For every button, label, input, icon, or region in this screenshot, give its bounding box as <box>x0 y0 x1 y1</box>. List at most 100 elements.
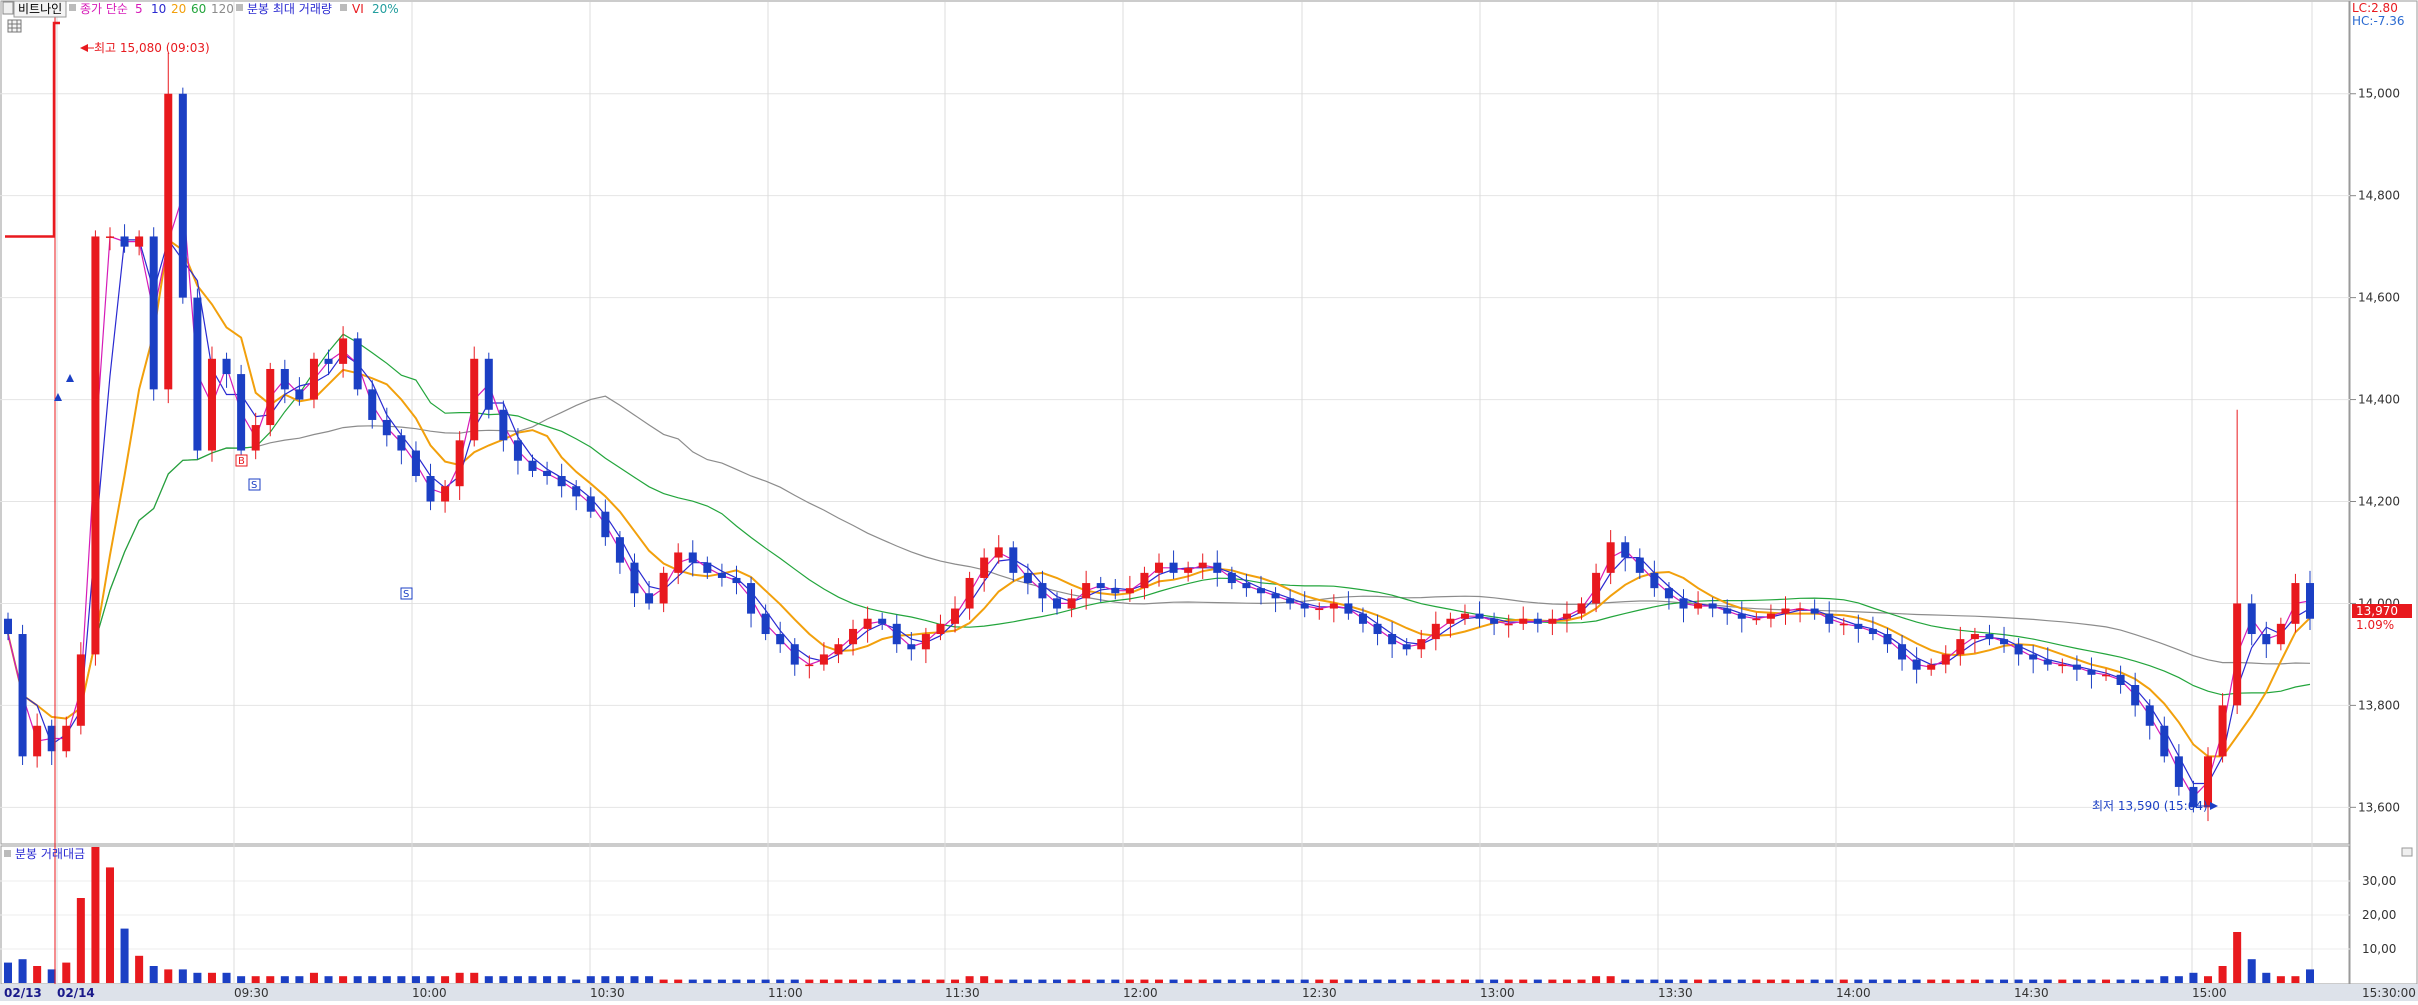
volume-bar <box>1067 979 1076 983</box>
candle-body <box>1388 634 1397 645</box>
candle-body <box>1927 664 1936 670</box>
candle-body <box>1431 623 1440 640</box>
candle-body <box>1082 583 1091 599</box>
volume-bar <box>1169 979 1178 983</box>
volume-bar <box>207 972 216 983</box>
volume-bar <box>470 972 479 983</box>
candle-body <box>411 450 420 477</box>
volume-bar <box>2262 972 2271 983</box>
candle-body <box>1621 542 1630 558</box>
time-tick-label: 15:30:00 <box>2362 986 2416 1000</box>
candle-body <box>324 358 333 364</box>
candle-body <box>586 496 595 512</box>
volume-bar <box>1868 979 1877 983</box>
price-pane <box>0 0 2350 845</box>
price-tick-label: 14,400 <box>2358 393 2400 407</box>
volume-bar <box>834 979 843 983</box>
volume-bar <box>878 979 887 983</box>
buy-signal-b-icon: B <box>235 454 248 467</box>
ma5-legend: 5 <box>135 2 143 16</box>
candle-body <box>1956 639 1965 655</box>
volume-bar <box>2233 932 2242 983</box>
time-tick-label: 10:30 <box>590 986 625 1000</box>
time-tick-label: 15:00 <box>2192 986 2227 1000</box>
volume-bar <box>266 976 275 983</box>
candle-body <box>164 93 173 390</box>
volume-bar <box>1227 979 1236 983</box>
volume-bar <box>280 976 289 983</box>
volume-bar <box>2247 959 2256 983</box>
price-tick-label: 14,600 <box>2358 291 2400 305</box>
chart-root: 15,000 14,800 14,600 14,400 14,200 14,000 13,8… <box>0 0 2418 1001</box>
volume-bar <box>178 969 187 983</box>
volume-bar <box>2058 979 2067 983</box>
volume-bar <box>1737 979 1746 983</box>
price-axis-panel <box>2349 0 2418 985</box>
volume-bar <box>586 976 595 983</box>
candle-body <box>1941 654 1950 665</box>
volume-bar <box>674 979 683 983</box>
volume-bar <box>1198 979 1207 983</box>
grid-settings-icon[interactable] <box>7 19 22 33</box>
volume-bar <box>2087 979 2096 983</box>
time-tick-label: 11:00 <box>768 986 803 1000</box>
candle-body <box>2072 664 2081 670</box>
volume-bar <box>441 976 450 983</box>
candle-body <box>513 440 522 461</box>
candle-body <box>1796 608 1805 611</box>
candle-body <box>1300 603 1309 609</box>
candle-body <box>907 644 916 650</box>
volume-bar <box>1417 979 1426 983</box>
candle-body <box>1111 588 1120 594</box>
volume-bar <box>1096 979 1105 983</box>
volume-bar <box>819 979 828 983</box>
volume-bar <box>528 976 537 983</box>
volume-bar <box>2305 969 2315 983</box>
volume-bar <box>2218 966 2227 983</box>
volume-bar <box>659 979 668 983</box>
candle-body <box>1271 593 1280 599</box>
candle-body <box>2116 674 2125 685</box>
candle-body <box>1883 634 1892 645</box>
time-tick-label: 14:00 <box>1836 986 1871 1000</box>
candle-body <box>62 725 71 752</box>
candle-body <box>368 389 377 420</box>
volume-bar <box>237 976 246 983</box>
volume-bar <box>1664 979 1673 983</box>
volume-bar <box>1766 979 1775 983</box>
volume-bar <box>1592 976 1601 983</box>
candle-body <box>2087 669 2096 675</box>
volume-bar <box>164 969 173 983</box>
volume-bar <box>91 847 100 983</box>
volume-bar <box>2000 979 2009 983</box>
volume-bar <box>411 976 420 983</box>
candle-body <box>207 358 216 451</box>
volume-bar <box>747 979 756 983</box>
candle-body <box>1344 603 1353 614</box>
candle-body <box>2247 603 2256 635</box>
volume-bar <box>368 976 377 983</box>
candle-body <box>2262 634 2271 645</box>
pane-resize-handle[interactable] <box>2401 847 2413 857</box>
candle-body <box>1533 618 1542 624</box>
candle-body <box>76 654 85 726</box>
candle-body <box>1315 608 1324 611</box>
candle-body <box>1154 562 1164 573</box>
candle-body <box>455 440 464 487</box>
volume-bar <box>1650 979 1659 983</box>
candle-body <box>149 236 158 390</box>
volume-bar <box>2145 979 2154 983</box>
volume-bar <box>863 979 872 983</box>
candle-body <box>1810 608 1819 614</box>
candle-body <box>1970 634 1979 640</box>
price-tick-label: 13,600 <box>2358 800 2400 814</box>
candle-body <box>1256 588 1265 594</box>
volume-bar <box>1796 979 1805 983</box>
volume-bar <box>324 976 333 983</box>
candle-body <box>645 593 654 604</box>
candle-body <box>863 618 872 629</box>
time-tick-label: 02/14 <box>57 986 95 1000</box>
candle-body <box>353 338 362 390</box>
volume-bar <box>3 962 13 983</box>
candle-body <box>659 572 668 604</box>
